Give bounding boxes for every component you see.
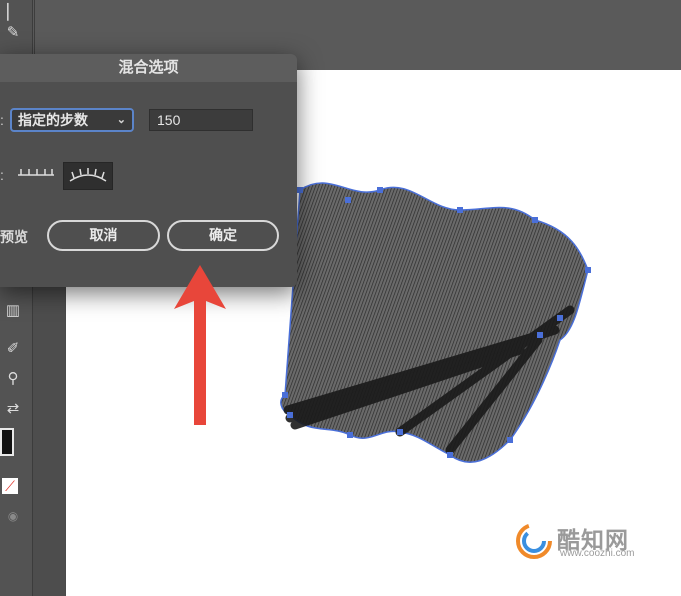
eyedropper-tool-icon[interactable]: ✐ — [0, 338, 26, 360]
dialog-title: 混合选项 — [0, 54, 297, 82]
spacing-select-value: 指定的步数 — [18, 112, 88, 128]
chart-tool-icon[interactable]: ▥ — [0, 300, 26, 322]
spacing-select[interactable]: 指定的步数 ⌄ — [10, 108, 134, 132]
spacing-label-colon: : — [0, 112, 4, 128]
red-arrow-icon — [174, 265, 226, 425]
preview-checkbox-label[interactable]: 预览 — [0, 227, 28, 247]
type-tool-icon[interactable]: ▏ — [0, 2, 26, 24]
cancel-button[interactable]: 取消 — [47, 220, 160, 251]
blend-artwork[interactable] — [270, 170, 600, 480]
orientation-label-colon: : — [0, 167, 4, 183]
ok-button[interactable]: 确定 — [167, 220, 279, 251]
align-to-page-icon — [18, 169, 54, 176]
zoom-tool-icon[interactable]: ⚲ — [0, 368, 26, 390]
align-to-path-button[interactable] — [63, 162, 113, 190]
stroke-swatch[interactable] — [0, 428, 14, 456]
draw-mode-icon[interactable]: ◉ — [0, 505, 26, 527]
coozhi-logo-icon — [516, 523, 552, 559]
chevron-down-icon: ⌄ — [116, 114, 126, 126]
align-to-page-button[interactable] — [12, 162, 62, 190]
pen-tool-icon[interactable]: ✎ — [0, 22, 26, 44]
blend-options-dialog: 混合选项 : 指定的步数 ⌄ 150 : 预览 取消 确定 — [0, 54, 297, 287]
watermark-url: www.coozhi.com — [560, 548, 635, 559]
swap-colors-icon[interactable]: ⇄ — [0, 398, 26, 420]
steps-input[interactable]: 150 — [149, 109, 253, 131]
none-fill-icon[interactable]: ⟋ — [2, 478, 18, 494]
fan-shape — [280, 182, 589, 463]
align-to-path-icon — [69, 168, 107, 182]
